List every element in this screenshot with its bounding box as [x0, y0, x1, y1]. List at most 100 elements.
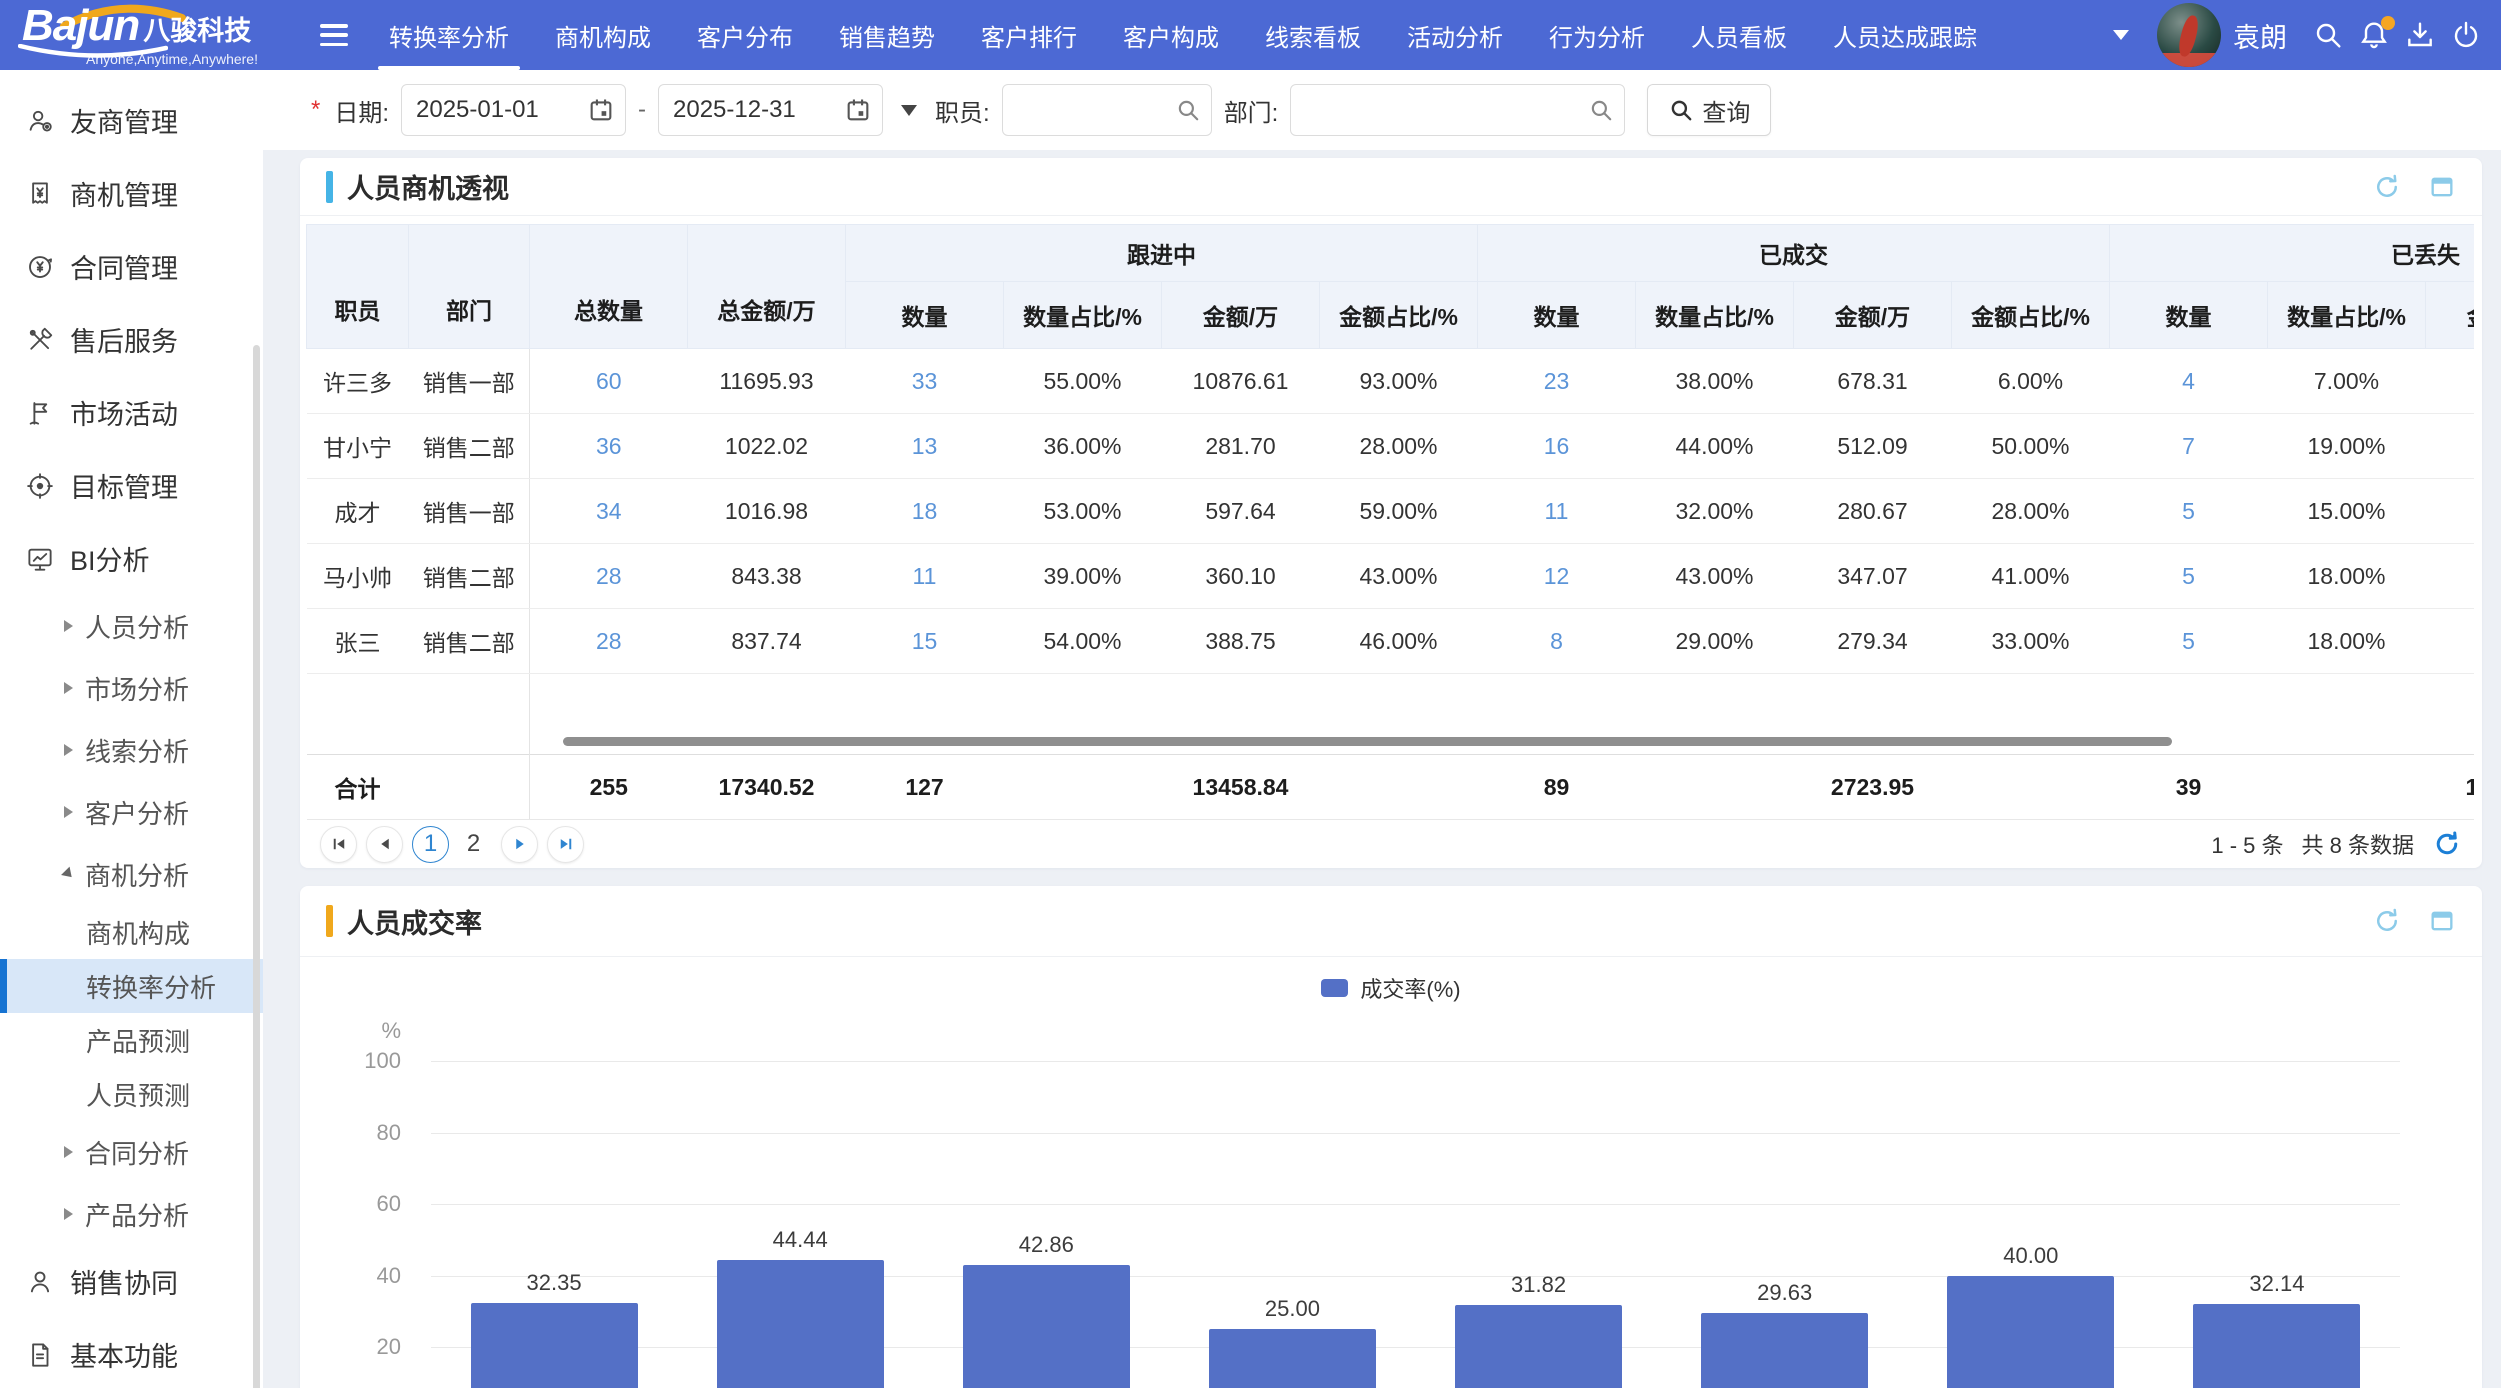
sidebar-item-product-analysis[interactable]: 产品分析 — [0, 1183, 263, 1245]
sidebar-item-lead-analysis[interactable]: 线索分析 — [0, 719, 263, 781]
sidebar-item-partner-management[interactable]: 友商管理 — [0, 84, 263, 157]
cell-total-link[interactable]: 34 — [529, 478, 688, 545]
page-number-button[interactable]: 1 — [412, 825, 449, 863]
nav-item[interactable]: 人员达成跟踪 — [1820, 0, 1990, 70]
cell-total-link[interactable]: 36 — [529, 413, 688, 480]
last-page-button[interactable] — [547, 825, 584, 863]
username[interactable]: 袁朗 — [2233, 16, 2287, 55]
page-number-button[interactable]: 2 — [455, 826, 492, 863]
cell-count-link[interactable]: 16 — [1477, 413, 1636, 480]
cell-count-link[interactable]: 5 — [2109, 478, 2268, 545]
cell-count-link[interactable]: 5 — [2109, 543, 2268, 610]
sidebar-item-basic-functions[interactable]: 基本功能 — [0, 1318, 263, 1388]
bar[interactable] — [1455, 1304, 1623, 1388]
nav-item[interactable]: 销售趋势 — [826, 0, 948, 70]
nav-item[interactable]: 客户构成 — [1110, 0, 1232, 70]
cell-count-link[interactable]: 15 — [845, 608, 1004, 675]
sidebar-item-customer-analysis[interactable]: 客户分析 — [0, 781, 263, 843]
bar[interactable] — [1947, 1275, 2115, 1388]
date-preset-caret-icon[interactable] — [901, 104, 918, 116]
bar[interactable] — [962, 1265, 1130, 1388]
col-header[interactable]: 金额/万 — [2425, 281, 2474, 350]
download-icon[interactable] — [2397, 12, 2443, 58]
staff-search-field[interactable] — [1001, 84, 1212, 136]
search-button[interactable]: 查询 — [1647, 84, 1772, 136]
cell-count-link[interactable]: 4 — [2109, 348, 2268, 415]
bar[interactable] — [716, 1259, 884, 1388]
sidebar-item-sales-collaboration[interactable]: 销售协同 — [0, 1245, 263, 1318]
search-icon[interactable] — [1588, 97, 1614, 123]
col-header[interactable]: 部门 — [408, 224, 530, 350]
refresh-icon[interactable] — [2372, 172, 2402, 202]
col-header[interactable]: 金额占比/% — [1951, 281, 2110, 350]
nav-item[interactable]: 活动分析 — [1394, 0, 1516, 70]
table-horizontal-scrollbar[interactable] — [563, 737, 2172, 746]
col-header[interactable]: 数量占比/% — [1635, 281, 1794, 350]
search-icon[interactable] — [2305, 12, 2351, 58]
cell-count-link[interactable]: 12 — [1477, 543, 1636, 610]
col-header[interactable]: 数量 — [2109, 281, 2268, 350]
sidebar-item-opportunity-analysis[interactable]: 商机分析 — [0, 843, 263, 905]
sidebar-scrollbar[interactable] — [253, 345, 260, 1388]
cell-total-link[interactable]: 60 — [529, 348, 688, 415]
next-page-button[interactable] — [501, 825, 538, 863]
nav-item[interactable]: 客户排行 — [968, 0, 1090, 70]
sidebar-item-product-forecast[interactable]: 产品预测 — [0, 1013, 263, 1067]
cell-count-link[interactable]: 7 — [2109, 413, 2268, 480]
col-header[interactable]: 数量 — [845, 281, 1004, 350]
bar[interactable] — [470, 1302, 638, 1388]
cell-total-link[interactable]: 28 — [529, 543, 688, 610]
date-from-input[interactable]: 2025-01-01 — [401, 84, 627, 136]
app-logo[interactable]: Bajun 八骏科技 Anyone,Anytime,Anywhere! — [0, 0, 312, 70]
sidebar-item-opportunity-composition[interactable]: 商机构成 — [0, 905, 263, 959]
menu-toggle-icon[interactable] — [320, 24, 348, 46]
window-maximize-icon[interactable] — [2428, 907, 2456, 935]
sidebar-item-personnel-forecast[interactable]: 人员预测 — [0, 1067, 263, 1121]
bar[interactable] — [1701, 1312, 1869, 1388]
cell-count-link[interactable]: 33 — [845, 348, 1004, 415]
cell-total-link[interactable]: 28 — [529, 608, 688, 675]
nav-item[interactable]: 客户分布 — [684, 0, 806, 70]
nav-item[interactable]: 线索看板 — [1252, 0, 1374, 70]
bar[interactable] — [2193, 1303, 2361, 1388]
search-icon[interactable] — [1175, 97, 1201, 123]
cell-count-link[interactable]: 8 — [1477, 608, 1636, 675]
chart-legend[interactable]: 成交率(%) — [300, 972, 2482, 1004]
date-to-input[interactable]: 2025-12-31 — [658, 84, 884, 136]
nav-item[interactable]: 商机构成 — [542, 0, 664, 70]
dept-search-field[interactable] — [1290, 84, 1626, 136]
cell-count-link[interactable]: 18 — [845, 478, 1004, 545]
sidebar-item-opportunity-management[interactable]: 商机管理 — [0, 157, 263, 230]
staff-search-input[interactable] — [1016, 95, 1175, 125]
refresh-icon[interactable] — [2372, 906, 2402, 936]
refresh-icon[interactable] — [2432, 829, 2462, 859]
cell-count-link[interactable]: 11 — [1477, 478, 1636, 545]
col-header[interactable]: 总数量 — [529, 224, 688, 350]
col-header[interactable]: 总金额/万 — [687, 224, 846, 350]
sidebar-item-personnel-analysis[interactable]: 人员分析 — [0, 595, 263, 657]
dept-search-input[interactable] — [1305, 95, 1589, 125]
legend-swatch[interactable] — [1321, 979, 1349, 997]
nav-item[interactable]: 行为分析 — [1536, 0, 1658, 70]
cell-count-link[interactable]: 5 — [2109, 608, 2268, 675]
sidebar-item-marketing-campaign[interactable]: 市场活动 — [0, 376, 263, 449]
power-icon[interactable] — [2443, 12, 2489, 58]
col-header[interactable]: 金额/万 — [1793, 281, 1952, 350]
sidebar-item-after-sales-service[interactable]: 售后服务 — [0, 303, 263, 376]
bar[interactable] — [1208, 1329, 1376, 1388]
sidebar-item-bi-analysis[interactable]: BI分析 — [0, 522, 263, 595]
cell-count-link[interactable]: 23 — [1477, 348, 1636, 415]
nav-item[interactable]: 人员看板 — [1678, 0, 1800, 70]
col-header[interactable]: 职员 — [306, 224, 409, 350]
nav-item[interactable]: 转换率分析 — [376, 0, 522, 70]
sidebar-item-market-analysis[interactable]: 市场分析 — [0, 657, 263, 719]
col-header[interactable]: 金额占比/% — [1319, 281, 1478, 350]
sidebar-item-conversion-rate-analysis[interactable]: 转换率分析 — [0, 959, 263, 1013]
nav-overflow-caret-icon[interactable] — [2113, 30, 2129, 40]
prev-page-button[interactable] — [366, 825, 403, 863]
col-header[interactable]: 数量占比/% — [1003, 281, 1162, 350]
avatar[interactable] — [2157, 3, 2221, 67]
first-page-button[interactable] — [320, 825, 357, 863]
col-header[interactable]: 数量占比/% — [2267, 281, 2426, 350]
sidebar-item-target-management[interactable]: 目标管理 — [0, 449, 263, 522]
